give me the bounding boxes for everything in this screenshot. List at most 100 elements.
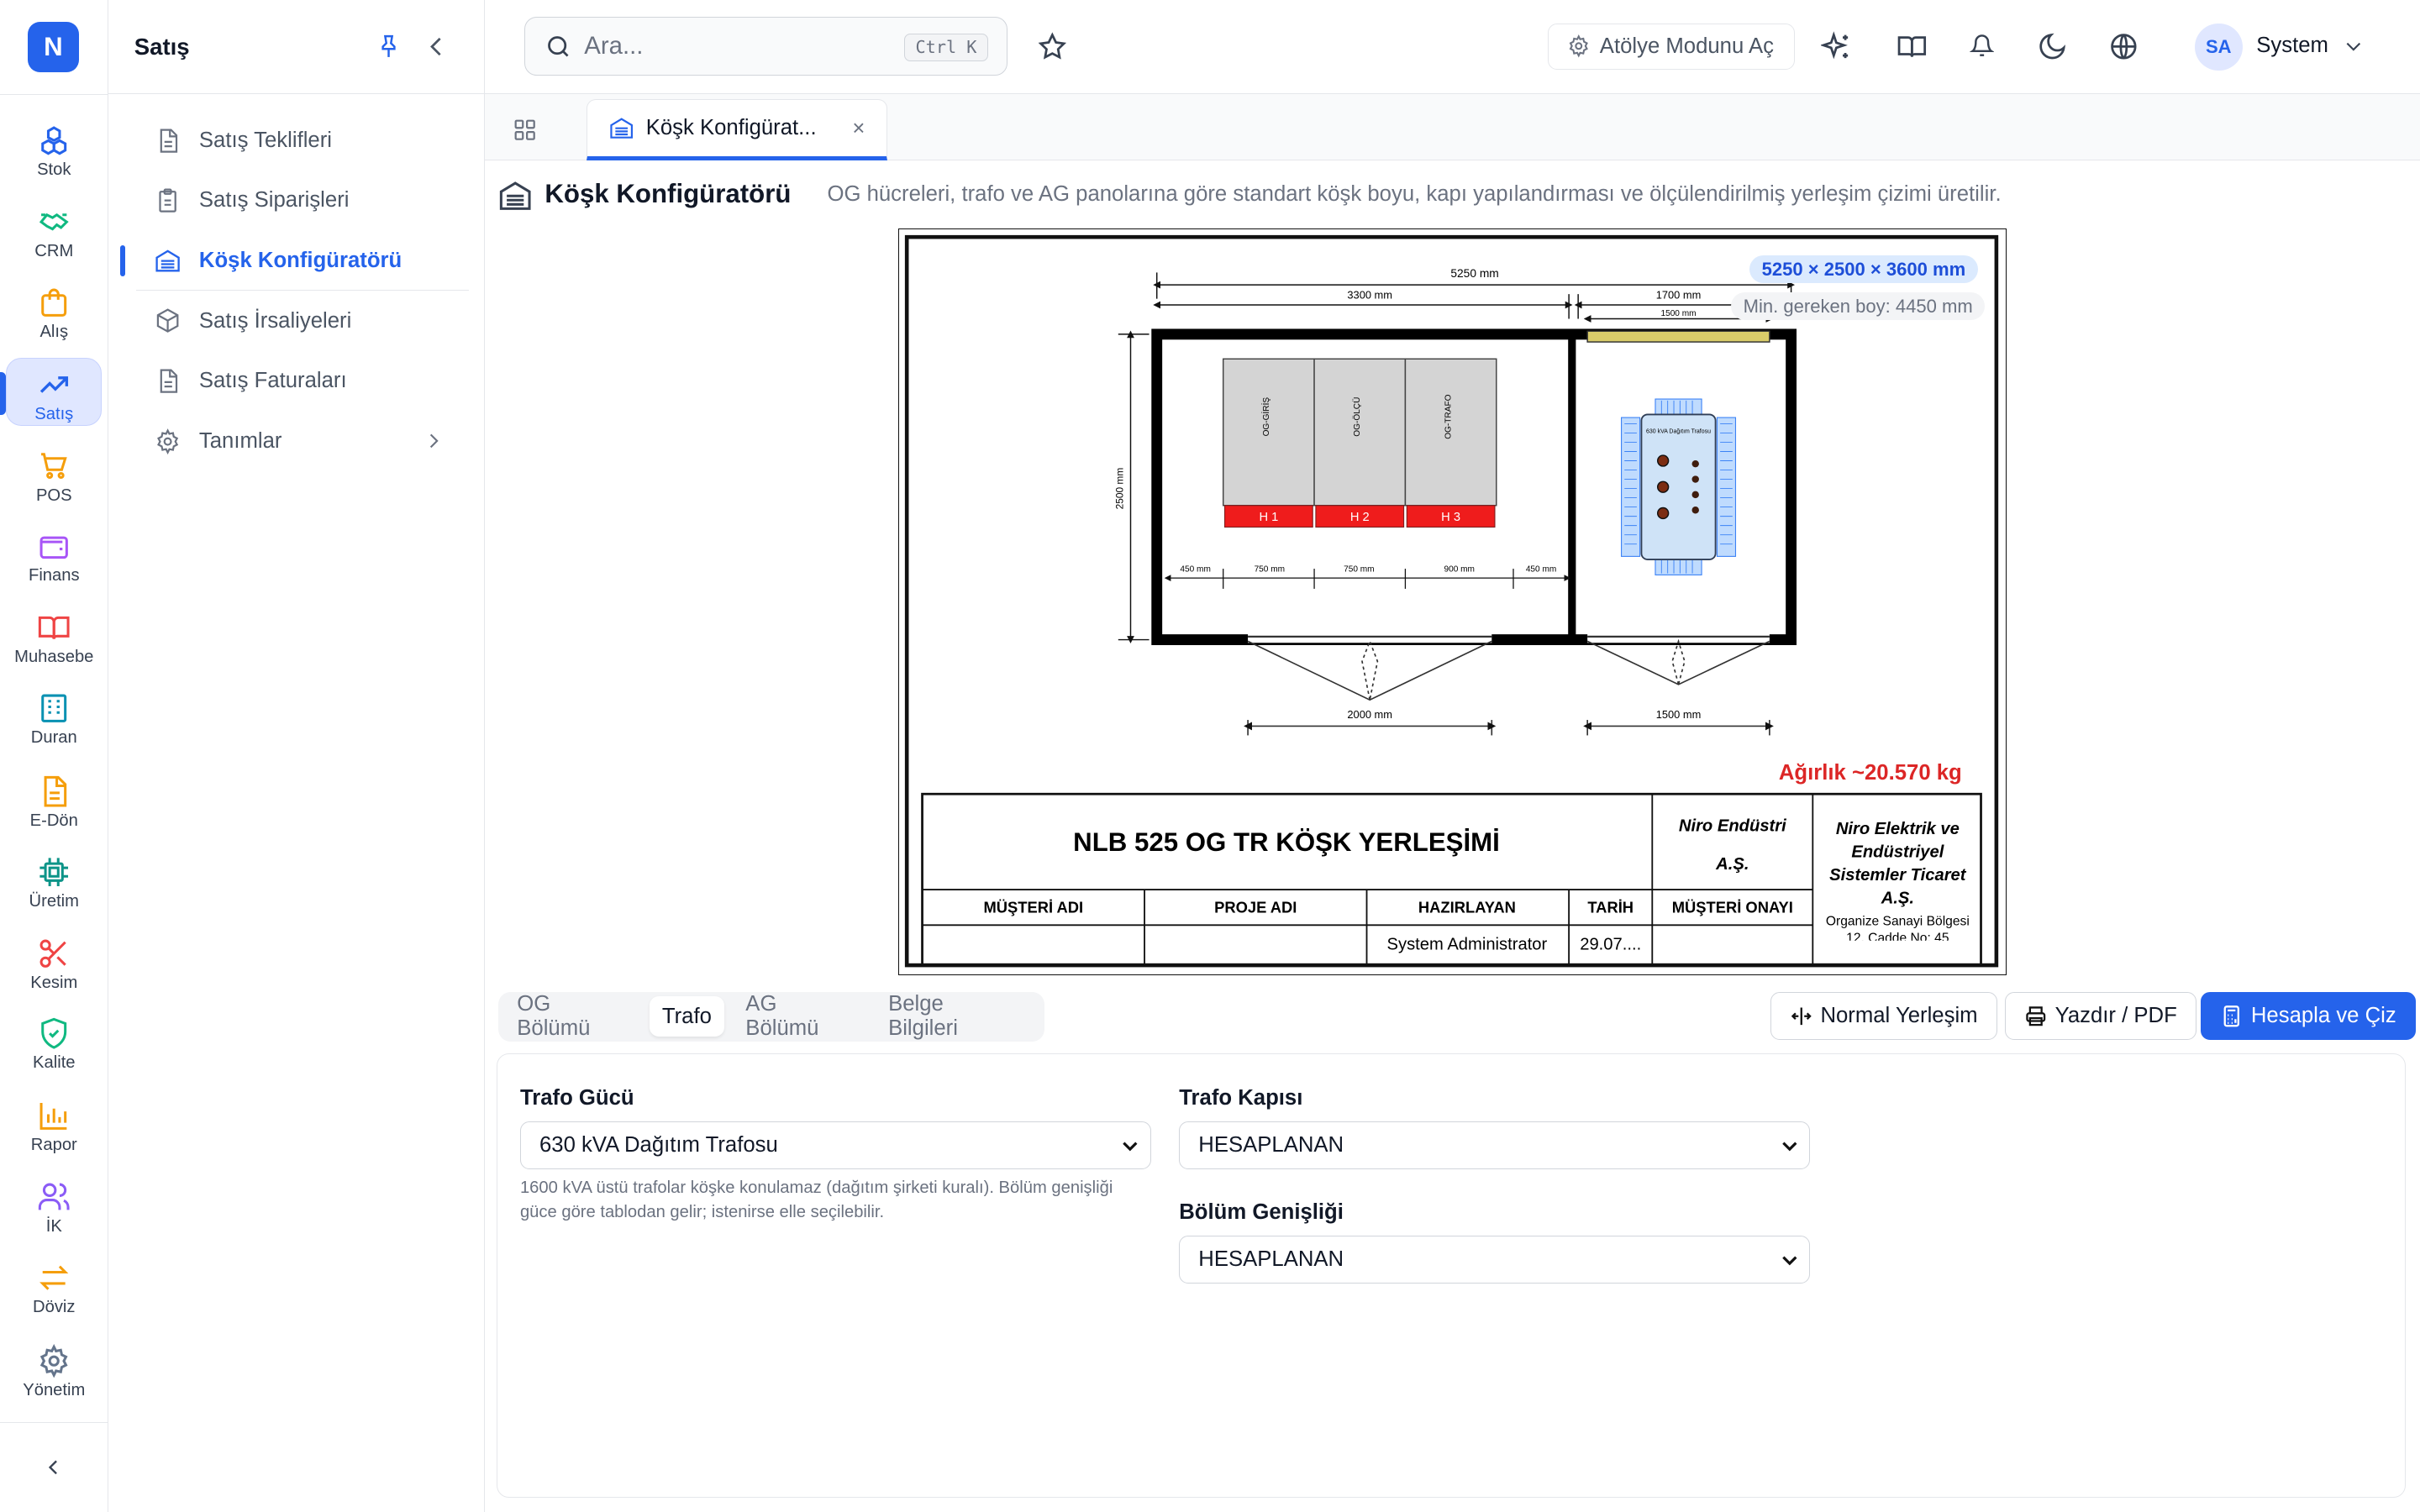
col-project: PROJE ADI <box>1214 898 1297 916</box>
user-name[interactable]: System <box>2256 34 2328 58</box>
sidebar-item-satis-siparisleri[interactable]: Satış Siparişleri <box>133 173 478 228</box>
chevron-down-icon[interactable] <box>2343 35 2365 57</box>
book-open-icon[interactable] <box>1897 31 1928 62</box>
calculate-draw-label: Hesapla ve Çiz <box>2250 1003 2396 1027</box>
section-width-select[interactable]: HESAPLANAN <box>1179 1236 1811 1284</box>
sidebar-item-satis-faturalari[interactable]: Satış Faturaları <box>133 354 478 409</box>
avatar[interactable]: SA <box>2194 23 2243 71</box>
section-tabs: OG Bölümü Trafo AG Bölümü Belge Bilgiler… <box>498 991 1045 1042</box>
rail-item-doviz[interactable]: Döviz <box>6 1252 102 1320</box>
search-input[interactable]: Ara... Ctrl K <box>524 17 1008 76</box>
rail-label: Muhasebe <box>14 648 94 667</box>
doors <box>1244 638 1774 736</box>
top-bar: Ara... Ctrl K Atölye Modunu Aç SA System <box>484 0 2420 95</box>
company-short-2: A.Ş. <box>1715 855 1749 874</box>
workshop-mode-button[interactable]: Atölye Modunu Aç <box>1548 23 1796 70</box>
cell-width-1: 450 mm <box>1180 565 1210 575</box>
chevron-left-icon[interactable] <box>423 33 450 60</box>
document-icon <box>160 369 177 393</box>
company-full-4: A.Ş. <box>1881 889 1914 907</box>
sidebar-item-tanimlar[interactable]: Tanımlar <box>133 413 478 469</box>
rail-label: Kalite <box>33 1053 76 1073</box>
layout-drawing: 5250 mm 3300 mm 1700 mm 1500 mm 2500 mm … <box>897 228 2007 975</box>
rail-item-crm[interactable]: CRM <box>6 196 102 264</box>
moon-icon[interactable] <box>2037 31 2068 62</box>
close-icon[interactable]: × <box>852 117 865 141</box>
sidebar-header: Satış <box>108 0 484 95</box>
og-cell-tag: H 2 <box>1350 511 1370 524</box>
trafo-door-label: Trafo Kapısı <box>1179 1086 1303 1110</box>
warehouse-icon <box>155 249 180 272</box>
trafo-door-select[interactable]: HESAPLANAN <box>1179 1121 1811 1170</box>
trafo-power-help: 1600 kVA üstü trafolar köşke konulamaz (… <box>520 1176 1153 1226</box>
rail-item-uretim[interactable]: Üretim <box>6 846 102 914</box>
og-cell-tag: H 3 <box>1441 511 1460 524</box>
rail-item-rapor[interactable]: Rapor <box>6 1089 102 1158</box>
sidebar-item-kosk-konfigurator[interactable]: Köşk Konfigüratörü <box>132 233 479 289</box>
cell-width-3: 750 mm <box>1344 565 1374 575</box>
rail-item-duran[interactable]: Duran <box>6 682 102 750</box>
calculate-draw-button[interactable]: Hesapla ve Çiz <box>2201 991 2416 1040</box>
min-length-badge: Min. gereken boy: 4450 mm <box>1730 292 1986 321</box>
chevron-right-icon <box>430 434 439 449</box>
og-cells: OG-GİRİŞ H 1 OG-ÖLÇÜ H 2 OG-TRAFO H 3 <box>1222 358 1497 528</box>
chevron-down-icon <box>1123 1142 1138 1152</box>
globe-icon[interactable] <box>2108 31 2139 62</box>
og-cell-name: OG-ÖLÇÜ <box>1352 396 1362 436</box>
rail-item-kalite[interactable]: Kalite <box>6 1007 102 1075</box>
sidebar-item-label: Satış Siparişleri <box>198 188 350 213</box>
trafo-power-label: Trafo Gücü <box>519 1086 634 1110</box>
document-icon <box>44 775 67 807</box>
sidebar-divider <box>135 290 470 291</box>
rail-item-ik[interactable]: İK <box>6 1171 102 1239</box>
tab-trafo[interactable]: Trafo <box>650 996 724 1037</box>
rail-label: Finans <box>28 566 80 585</box>
trafo-power-select[interactable]: 630 kVA Dağıtım Trafosu <box>519 1121 1152 1170</box>
company-address-1: Organize Sanayi Bölgesi <box>1826 914 1970 928</box>
company-short-1: Niro Endüstri <box>1679 816 1786 835</box>
chevron-left-icon <box>49 1460 58 1475</box>
title-block-title: NLB 525 OG TR KÖŞK YERLEŞİMİ <box>1073 827 1500 857</box>
rail-collapse-button[interactable] <box>0 1422 108 1512</box>
trafo-door-value: HESAPLANAN <box>1198 1133 1344 1158</box>
rail-label: İK <box>45 1217 62 1236</box>
sparkles-icon[interactable] <box>1821 30 1852 62</box>
bell-icon[interactable] <box>1969 34 1994 58</box>
rail-item-muhasebe[interactable]: Muhasebe <box>6 601 102 669</box>
page-description: OG hücreleri, trafo ve AG panolarına gör… <box>827 181 2002 206</box>
normal-layout-button[interactable]: Normal Yerleşim <box>1770 991 1997 1040</box>
rail-item-yonetim[interactable]: Yönetim <box>6 1335 102 1403</box>
rail-item-stok[interactable]: Stok <box>6 114 102 182</box>
sidebar-item-satis-teklifleri[interactable]: Satış Teklifleri <box>133 113 478 168</box>
star-icon[interactable] <box>1037 31 1068 62</box>
tab-ag-bolumu[interactable]: AG Bölümü <box>734 992 867 1040</box>
tab-belge-bilgileri[interactable]: Belge Bilgileri <box>876 992 1029 1040</box>
rail-item-alis[interactable]: Alış <box>6 276 102 344</box>
tab-kosk-konfigurator[interactable]: Köşk Konfigürat... × <box>586 98 888 160</box>
cell-width-2: 750 mm <box>1255 565 1285 575</box>
door-og-width: 2000 mm <box>1347 708 1392 721</box>
sidebar-item-satis-irsaliyeleri[interactable]: Satış İrsaliyeleri <box>133 293 478 349</box>
rail-item-finans[interactable]: Finans <box>6 520 102 588</box>
cart-icon <box>41 453 67 480</box>
cell-width-4: 900 mm <box>1444 565 1474 575</box>
tab-og-bolumu[interactable]: OG Bölümü <box>505 992 641 1040</box>
grid-icon[interactable] <box>513 118 537 142</box>
print-pdf-button[interactable]: Yazdır / PDF <box>2004 991 2196 1040</box>
rail-label: Duran <box>30 727 77 747</box>
pin-icon[interactable] <box>375 33 402 60</box>
weight-label: Ağırlık ~20.570 kg <box>1778 761 1962 785</box>
printer-icon <box>2026 1005 2046 1026</box>
app-logo[interactable]: N <box>28 21 79 73</box>
sidebar-item-label: Satış İrsaliyeleri <box>198 308 352 333</box>
sidebar-item-label: Tanımlar <box>198 428 282 453</box>
rail-item-satis[interactable]: Satış <box>6 358 103 426</box>
chevron-down-icon <box>1781 1142 1797 1152</box>
rail-item-kesim[interactable]: Kesim <box>6 927 102 995</box>
rail-label: CRM <box>34 242 74 261</box>
company-full-2: Endüstriyel <box>1851 843 1944 861</box>
rail-item-pos[interactable]: POS <box>6 439 102 507</box>
sidebar-item-label: Satış Teklifleri <box>198 128 332 152</box>
section-width-label: Bölüm Genişliği <box>1179 1200 1344 1224</box>
rail-item-edon[interactable]: E-Dön <box>6 765 102 833</box>
